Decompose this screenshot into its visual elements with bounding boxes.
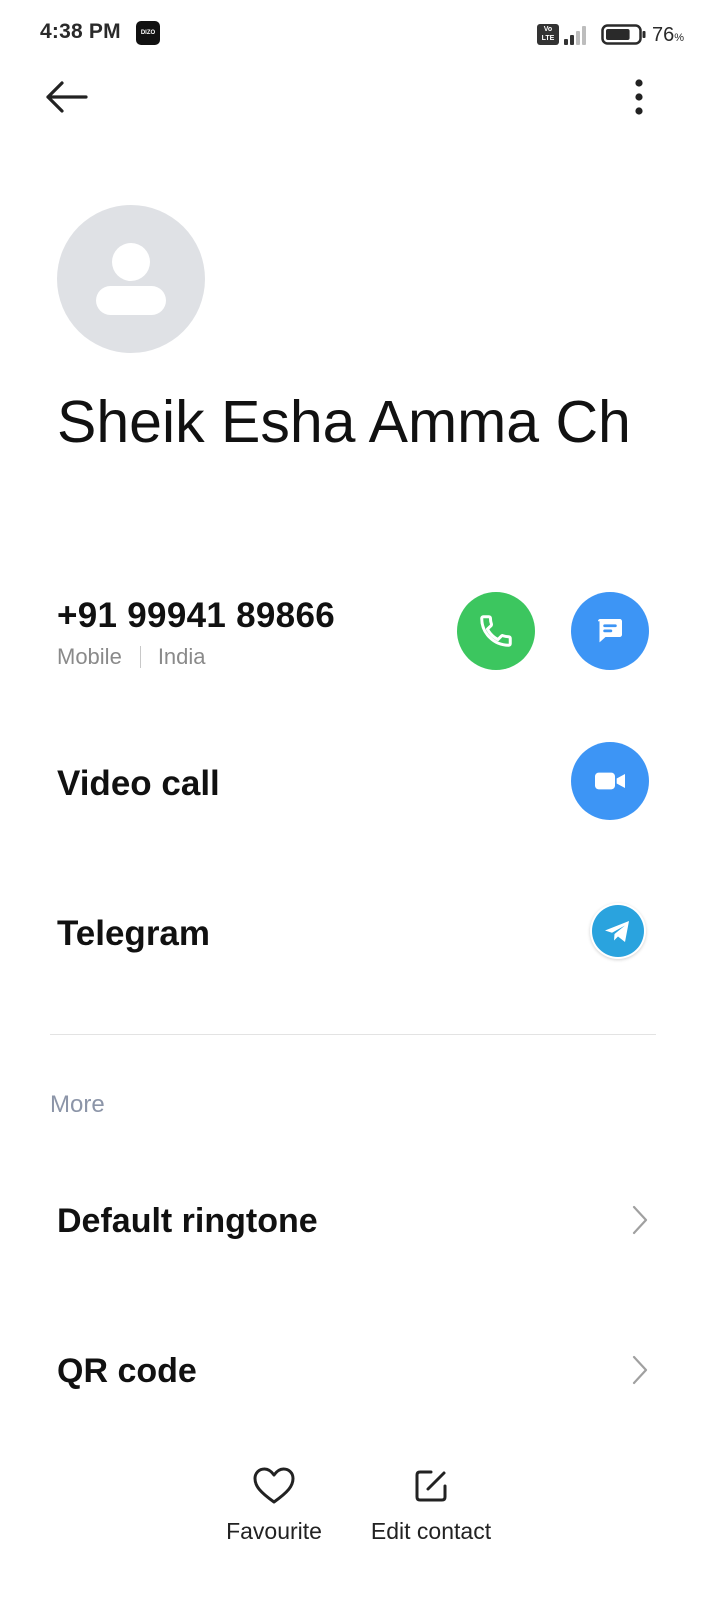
section-divider [50,1034,656,1035]
battery-percent-unit: % [674,32,685,44]
phone-meta: Mobile India [57,644,206,670]
volte-bottom: LTE [541,35,555,42]
default-ringtone-row[interactable]: Default ringtone [0,1160,720,1280]
battery-icon [601,24,646,45]
meta-divider [139,646,141,668]
vertical-dots-icon [635,79,643,115]
telegram-plane-icon [592,905,644,957]
battery-percent-value: 76 [652,24,675,46]
video-camera-icon [595,772,625,790]
arrow-left-icon [46,81,88,113]
video-call-label[interactable]: Video call [57,764,220,804]
person-placeholder-icon [96,243,166,315]
edit-contact-button[interactable]: Edit contact [364,1466,498,1545]
battery-percent: 76% [652,24,684,47]
volte-top: Vo [543,26,553,33]
edit-contact-label: Edit contact [370,1518,492,1544]
phone-number[interactable]: +91 99941 89866 [57,596,335,636]
phone-region: India [157,644,206,669]
edit-square-icon [415,1470,447,1502]
chevron-right-icon [632,1355,648,1385]
volte-icon: Vo LTE [537,24,559,45]
phone-icon [480,615,512,647]
message-bubble-icon [598,619,622,643]
video-call-button[interactable] [571,742,649,820]
back-button[interactable] [42,74,92,120]
phone-type: Mobile [57,644,122,669]
heart-outline-icon [253,1467,295,1504]
message-button[interactable] [571,592,649,670]
more-section-title: More [50,1091,105,1118]
favourite-button[interactable]: Favourite [218,1466,330,1545]
dizo-app-icon: DIZO [136,21,160,45]
favourite-label: Favourite [226,1518,322,1544]
status-bar: 4:38 PM DIZO Vo LTE 76% [0,0,720,68]
telegram-button[interactable] [590,903,646,959]
telegram-label[interactable]: Telegram [57,914,210,954]
qr-code-row[interactable]: QR code [0,1310,720,1430]
contact-name: Sheik Esha Amma Ch [57,389,631,455]
contact-avatar[interactable] [57,205,205,353]
signal-strength-icon [564,26,586,45]
default-ringtone-label: Default ringtone [57,1202,318,1240]
chevron-right-icon [632,1205,648,1235]
status-time: 4:38 PM [40,20,121,43]
more-options-button[interactable] [620,74,658,120]
call-button[interactable] [457,592,535,670]
qr-code-label: QR code [57,1352,197,1390]
